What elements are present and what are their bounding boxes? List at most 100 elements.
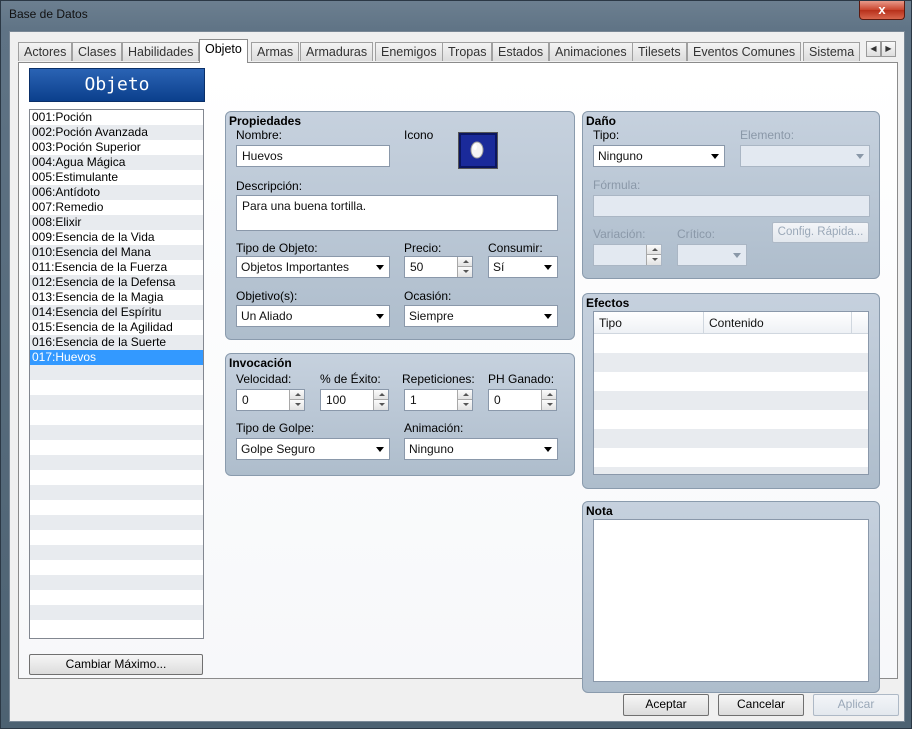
apply-button[interactable]: Aplicar (813, 694, 899, 716)
list-item[interactable]: 015:Esencia de la Agilidad (30, 320, 203, 335)
empty-row (30, 620, 203, 635)
list-item[interactable]: 014:Esencia del Espíritu (30, 305, 203, 320)
tab-eventos-comunes[interactable]: Eventos Comunes (687, 42, 802, 61)
tab-estados[interactable]: Estados (492, 42, 550, 61)
spin-down-icon[interactable] (373, 400, 388, 410)
variance-stepper[interactable] (593, 244, 662, 266)
list-item[interactable]: 002:Poción Avanzada (30, 125, 203, 140)
tp-gain-label: PH Ganado: (488, 372, 555, 386)
tab-clases[interactable]: Clases (72, 42, 123, 61)
damage-type-select[interactable]: Ninguno (593, 145, 725, 167)
table-row[interactable] (594, 353, 868, 372)
critical-select[interactable] (677, 244, 747, 266)
effects-panel: Efectos Tipo Contenido (582, 293, 880, 489)
spin-up-icon[interactable] (541, 390, 556, 400)
tab-objeto[interactable]: Objeto (199, 39, 248, 63)
tab-sistema[interactable]: Sistema (803, 42, 861, 61)
consume-select[interactable]: Sí (488, 256, 558, 278)
scroll-right-icon[interactable]: ▶ (881, 41, 896, 57)
list-item[interactable]: 012:Esencia de la Defensa (30, 275, 203, 290)
spin-up-icon[interactable] (289, 390, 304, 400)
list-item[interactable]: 013:Esencia de la Magia (30, 290, 203, 305)
table-row[interactable] (594, 410, 868, 429)
spin-up-icon[interactable] (373, 390, 388, 400)
tab-habilidades[interactable]: Habilidades (122, 42, 200, 61)
column-header-filler (852, 312, 868, 334)
table-row[interactable] (594, 334, 868, 353)
quick-config-button[interactable]: Config. Rápida... (772, 222, 869, 243)
chevron-down-icon (856, 154, 864, 159)
success-label: % de Éxito: (320, 372, 381, 386)
list-item[interactable]: 006:Antídoto (30, 185, 203, 200)
list-item[interactable]: 003:Poción Superior (30, 140, 203, 155)
tab-enemigos[interactable]: Enemigos (375, 42, 443, 61)
element-select[interactable] (740, 145, 870, 167)
empty-row (30, 365, 203, 380)
table-row[interactable] (594, 372, 868, 391)
item-type-select[interactable]: Objetos Importantes (236, 256, 390, 278)
tab-tilesets[interactable]: Tilesets (632, 42, 687, 61)
tab-armas[interactable]: Armas (251, 42, 300, 61)
effects-table[interactable]: Tipo Contenido (593, 311, 869, 475)
formula-field[interactable] (593, 195, 870, 217)
spin-up-icon[interactable] (457, 390, 472, 400)
success-stepper[interactable]: 100 (320, 389, 389, 411)
list-item[interactable]: 010:Esencia del Mana (30, 245, 203, 260)
speed-value: 0 (242, 393, 249, 407)
tab-armaduras[interactable]: Armaduras (300, 42, 374, 61)
item-type-label: Tipo de Objeto: (236, 241, 318, 255)
item-list[interactable]: 001:Poción 002:Poción Avanzada 003:Poció… (29, 109, 204, 639)
spin-down-icon[interactable] (457, 400, 472, 410)
spin-down-icon[interactable] (457, 267, 472, 277)
hit-type-select[interactable]: Golpe Seguro (236, 438, 390, 460)
table-row[interactable] (594, 391, 868, 410)
list-item[interactable]: 005:Estimulante (30, 170, 203, 185)
ok-button[interactable]: Aceptar (623, 694, 709, 716)
spin-down-icon[interactable] (646, 255, 661, 265)
tp-gain-stepper[interactable]: 0 (488, 389, 557, 411)
spin-down-icon[interactable] (541, 400, 556, 410)
animation-select[interactable]: Ninguno (404, 438, 558, 460)
speed-stepper[interactable]: 0 (236, 389, 305, 411)
spin-up-icon[interactable] (457, 257, 472, 267)
tab-tropas[interactable]: Tropas (442, 42, 493, 61)
list-item[interactable]: 001:Poción (30, 110, 203, 125)
list-item[interactable]: 008:Elixir (30, 215, 203, 230)
variance-label: Variación: (593, 227, 646, 241)
list-item-selected[interactable]: 017:Huevos (30, 350, 203, 365)
column-header-type[interactable]: Tipo (594, 312, 704, 334)
list-item[interactable]: 009:Esencia de la Vida (30, 230, 203, 245)
description-label: Descripción: (236, 179, 303, 193)
chevron-down-icon (376, 447, 384, 452)
tab-animaciones[interactable]: Animaciones (549, 42, 633, 61)
list-item[interactable]: 011:Esencia de la Fuerza (30, 260, 203, 275)
column-header-content[interactable]: Contenido (704, 312, 852, 334)
table-row[interactable] (594, 429, 868, 448)
occasion-select[interactable]: Siempre (404, 305, 558, 327)
properties-title: Propiedades (229, 114, 302, 128)
list-item[interactable]: 016:Esencia de la Suerte (30, 335, 203, 350)
damage-type-label: Tipo: (593, 128, 620, 142)
price-stepper[interactable]: 50 (404, 256, 473, 278)
table-row[interactable] (594, 448, 868, 467)
note-textarea[interactable] (593, 519, 869, 682)
description-field[interactable]: Para una buena tortilla. (236, 195, 558, 231)
scope-select[interactable]: Un Aliado (236, 305, 390, 327)
list-item[interactable]: 007:Remedio (30, 200, 203, 215)
cancel-button[interactable]: Cancelar (718, 694, 804, 716)
scroll-left-icon[interactable]: ◀ (866, 41, 881, 57)
icon-picker[interactable] (458, 132, 498, 169)
price-value: 50 (410, 260, 424, 274)
name-field[interactable]: Huevos (236, 145, 390, 167)
name-label: Nombre: (236, 128, 283, 142)
list-item[interactable]: 004:Agua Mágica (30, 155, 203, 170)
animation-label: Animación: (404, 421, 464, 435)
title-bar[interactable]: Base de Datos x (1, 1, 911, 29)
close-button[interactable]: x (859, 1, 905, 20)
spin-up-icon[interactable] (646, 245, 661, 255)
change-maximum-button[interactable]: Cambiar Máximo... (29, 654, 203, 675)
spin-down-icon[interactable] (289, 400, 304, 410)
repeat-stepper[interactable]: 1 (404, 389, 473, 411)
tab-actores[interactable]: Actores (18, 42, 73, 61)
table-row[interactable] (594, 467, 868, 474)
